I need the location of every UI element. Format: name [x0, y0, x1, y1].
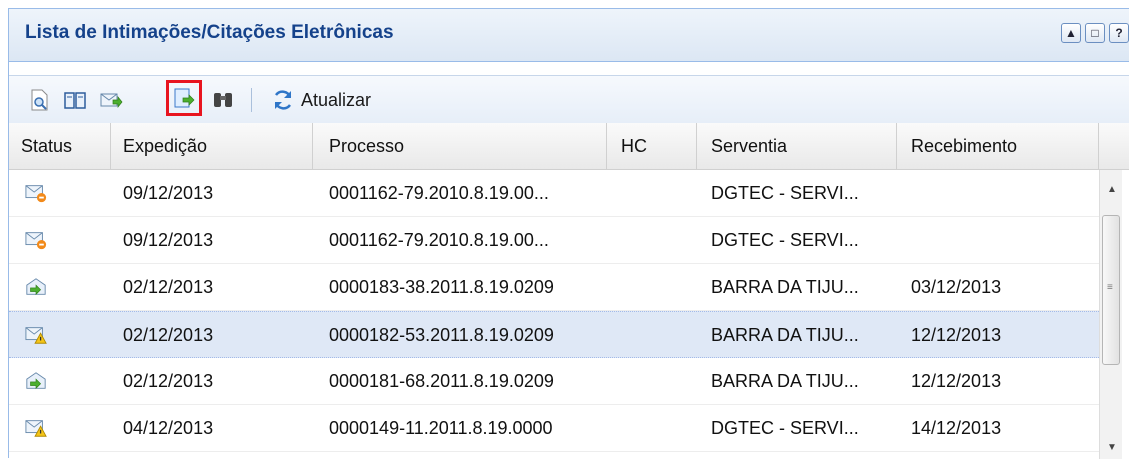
- cell-serventia: BARRA DA TIJU...: [711, 325, 859, 345]
- table-row[interactable]: 02/12/2013 0000181-68.2011.8.19.0209 BARRA…: [9, 358, 1099, 405]
- highlight-frame: [166, 80, 202, 116]
- cell-processo: 0000183-38.2011.8.19.0209: [329, 277, 554, 297]
- collapse-button[interactable]: ▲: [1061, 23, 1081, 43]
- grid-toolbar: Atualizar: [9, 75, 1129, 125]
- received-mail-icon: [26, 372, 46, 390]
- binoculars-icon[interactable]: [211, 88, 235, 112]
- cell-recebimento: 03/12/2013: [911, 277, 1002, 297]
- cell-processo: 0000182-53.2011.8.19.0209: [329, 325, 554, 345]
- column-processo[interactable]: Processo: [313, 123, 607, 169]
- maximize-button[interactable]: □: [1085, 23, 1105, 43]
- scroll-up-arrow-icon[interactable]: ▲: [1107, 184, 1117, 195]
- panel-header: Lista de Intimações/Citações Eletrônicas…: [9, 9, 1129, 62]
- open-book-icon[interactable]: [63, 88, 87, 112]
- cell-serventia: BARRA DA TIJU...: [711, 277, 859, 297]
- table-row[interactable]: 04/12/2013 0000149-11.2011.8.19.0000 DGTEC…: [9, 405, 1099, 452]
- warning-mail-icon: [25, 327, 47, 344]
- received-mail-icon: [26, 278, 46, 296]
- cell-recebimento: 12/12/2013: [911, 371, 1002, 391]
- cell-recebimento: 14/12/2013: [911, 418, 1002, 438]
- pending-mail-icon: [25, 185, 47, 203]
- cell-serventia: DGTEC - SERVI...: [711, 418, 859, 438]
- cell-processo: 0001162-79.2010.8.19.00...: [329, 183, 549, 203]
- table-row[interactable]: 09/12/2013 0001162-79.2010.8.19.00... DGTE…: [9, 170, 1099, 217]
- cell-serventia: DGTEC - SERVI...: [711, 230, 859, 250]
- column-recebimento[interactable]: Recebimento: [897, 123, 1099, 169]
- table-row[interactable]: 02/12/2013 0000182-53.2011.8.19.0209 BARRA…: [9, 311, 1099, 358]
- cell-processo: 0000149-11.2011.8.19.0000: [329, 418, 553, 438]
- pending-mail-icon: [25, 232, 47, 250]
- help-button[interactable]: ?: [1109, 23, 1129, 43]
- column-expedicao[interactable]: Expedição: [111, 123, 313, 169]
- cell-processo: 0000181-68.2011.8.19.0209: [329, 371, 554, 391]
- column-status[interactable]: Status: [9, 123, 111, 169]
- panel-title: Lista de Intimações/Citações Eletrônicas: [25, 22, 394, 43]
- column-hc[interactable]: HC: [607, 123, 697, 169]
- toolbar-separator: [251, 88, 252, 112]
- cell-processo: 0001162-79.2010.8.19.00...: [329, 230, 549, 250]
- column-serventia[interactable]: Serventia: [697, 123, 897, 169]
- intimacoes-panel: Lista de Intimações/Citações Eletrônicas…: [8, 8, 1129, 459]
- cell-expedicao: 09/12/2013: [123, 230, 214, 250]
- mail-forward-icon[interactable]: [99, 88, 123, 112]
- cell-expedicao: 02/12/2013: [123, 277, 214, 297]
- refresh-icon[interactable]: [271, 88, 295, 112]
- cell-expedicao: 02/12/2013: [123, 371, 214, 391]
- refresh-button[interactable]: Atualizar: [301, 90, 371, 111]
- scroll-thumb[interactable]: ≡: [1102, 215, 1120, 365]
- cell-expedicao: 04/12/2013: [123, 418, 214, 438]
- vertical-scrollbar[interactable]: ▲ ≡ ▼: [1099, 170, 1122, 459]
- table-row[interactable]: 09/12/2013 0001162-79.2010.8.19.00... DGTE…: [9, 217, 1099, 264]
- grid-header: Status Expedição Processo HC Serventia R…: [9, 123, 1129, 170]
- cell-serventia: DGTEC - SERVI...: [711, 183, 859, 203]
- table-row[interactable]: 02/12/2013 0000183-38.2011.8.19.0209 BARRA…: [9, 264, 1099, 311]
- cell-expedicao: 09/12/2013: [123, 183, 214, 203]
- grip-icon: ≡: [1107, 282, 1113, 293]
- cell-serventia: BARRA DA TIJU...: [711, 371, 859, 391]
- cell-expedicao: 02/12/2013: [123, 325, 214, 345]
- grid-body: 09/12/2013 0001162-79.2010.8.19.00... DGTE…: [9, 170, 1099, 452]
- scroll-down-arrow-icon[interactable]: ▼: [1107, 442, 1117, 453]
- view-document-icon[interactable]: [27, 88, 51, 112]
- panel-tools: ▲ □ ?: [1061, 23, 1129, 43]
- warning-mail-icon: [25, 420, 47, 437]
- cell-recebimento: 12/12/2013: [911, 325, 1002, 345]
